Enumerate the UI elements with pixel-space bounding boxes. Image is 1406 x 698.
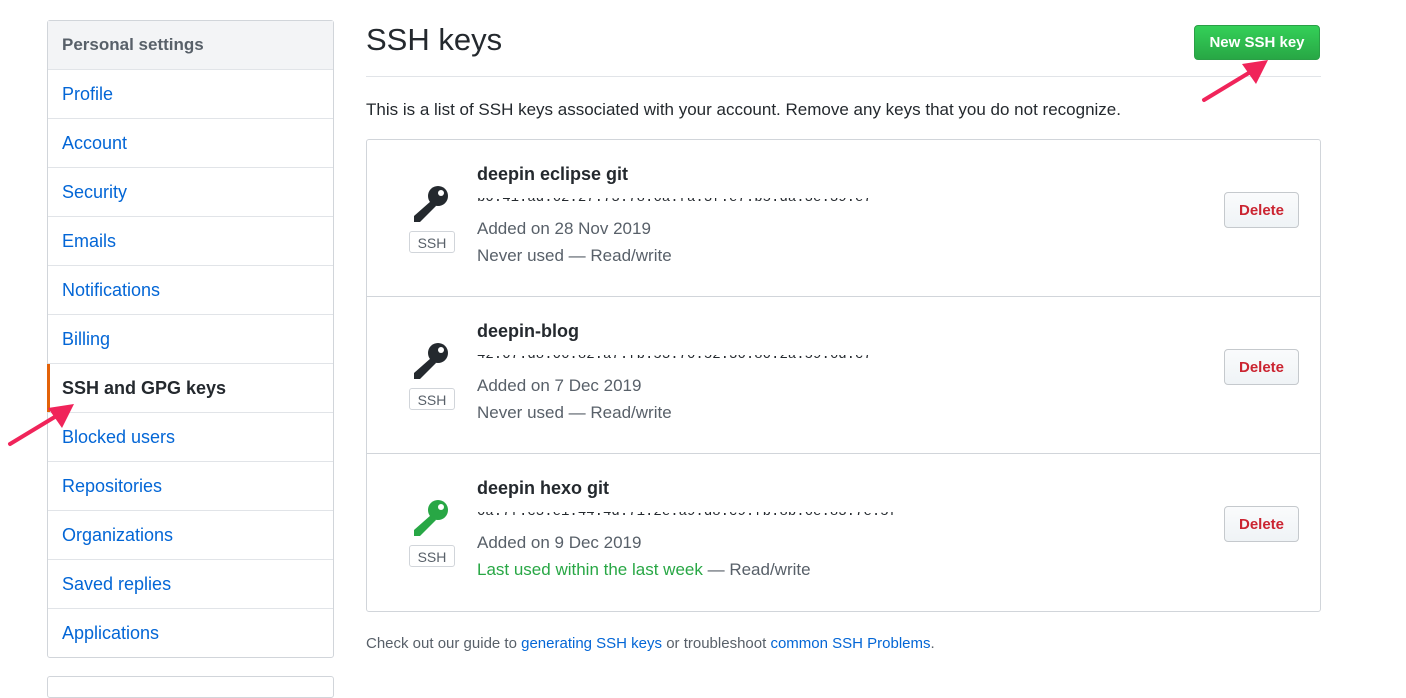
- sidebar-item-billing[interactable]: Billing: [48, 315, 333, 364]
- footer-suffix: .: [930, 635, 935, 652]
- sidebar-item-profile[interactable]: Profile: [48, 70, 333, 119]
- key-usage: Never used — Read/write: [477, 246, 672, 265]
- key-access: Read/write: [590, 246, 672, 265]
- ssh-key-row: SSH deepin eclipse git b0:41:ad:62:27:73…: [367, 140, 1320, 297]
- secondary-sidebar-box: [47, 676, 334, 698]
- key-usage-status: Never used: [477, 246, 564, 265]
- fingerprint-mask-bottom: [477, 201, 917, 205]
- key-usage-status: Never used: [477, 403, 564, 422]
- ssh-badge: SSH: [409, 545, 455, 567]
- annotation-arrow-sidebar: [8, 404, 74, 446]
- fingerprint-mask-bottom: [477, 515, 917, 519]
- common-ssh-problems-link[interactable]: common SSH Problems: [770, 635, 930, 652]
- key-icon: [414, 186, 448, 222]
- annotation-arrow-new-key: [1202, 60, 1268, 102]
- ssh-badge: SSH: [409, 388, 455, 410]
- delete-key-button[interactable]: Delete: [1224, 192, 1299, 228]
- key-title: deepin-blog: [477, 321, 579, 341]
- sidebar-item-repositories[interactable]: Repositories: [48, 462, 333, 511]
- help-footer: Check out our guide to generating SSH ke…: [366, 635, 935, 652]
- key-last-used: Last used within the last week: [477, 560, 703, 579]
- key-fingerprint: 42:07:d8:06:82:a7:fb:53:70:52:30:80:2a:5…: [477, 350, 917, 362]
- key-fingerprint: 0a:7f:c3:e1:44:4d:71:2e:a9:d8:c9:fb:8b:6…: [477, 507, 917, 519]
- key-added-date: Added on 9 Dec 2019: [477, 533, 642, 552]
- sidebar-header: Personal settings: [48, 21, 333, 70]
- fingerprint-mask-top: [477, 193, 917, 198]
- key-access: Read/write: [729, 560, 811, 579]
- ssh-key-list: SSH deepin eclipse git b0:41:ad:62:27:73…: [366, 139, 1321, 612]
- sidebar-item-blocked-users[interactable]: Blocked users: [48, 413, 333, 462]
- intro-text: This is a list of SSH keys associated wi…: [366, 100, 1121, 119]
- sidebar-item-saved-replies[interactable]: Saved replies: [48, 560, 333, 609]
- sidebar-item-emails[interactable]: Emails: [48, 217, 333, 266]
- key-title: deepin hexo git: [477, 478, 610, 498]
- key-icon: [414, 343, 448, 379]
- key-icon: [414, 500, 448, 536]
- sidebar-item-account[interactable]: Account: [48, 119, 333, 168]
- key-access: Read/write: [590, 403, 672, 422]
- key-added-date: Added on 7 Dec 2019: [477, 376, 642, 395]
- key-added-date: Added on 28 Nov 2019: [477, 219, 651, 238]
- fingerprint-mask-top: [477, 350, 917, 355]
- new-ssh-key-button[interactable]: New SSH key: [1194, 25, 1320, 60]
- page-title: SSH keys: [366, 22, 503, 57]
- delete-key-button[interactable]: Delete: [1224, 349, 1299, 385]
- footer-prefix: Check out our guide to: [366, 635, 517, 652]
- sidebar-item-applications[interactable]: Applications: [48, 609, 333, 657]
- fingerprint-mask-bottom: [477, 358, 917, 362]
- sidebar-item-organizations[interactable]: Organizations: [48, 511, 333, 560]
- sidebar-item-ssh-gpg-keys[interactable]: SSH and GPG keys: [47, 364, 333, 413]
- generating-ssh-keys-link[interactable]: generating SSH keys: [521, 635, 662, 652]
- key-fingerprint: b0:41:ad:62:27:73:78:6a:fa:3f:e7:b5:da:3…: [477, 193, 917, 205]
- ssh-badge: SSH: [409, 231, 455, 253]
- footer-middle: or troubleshoot: [666, 635, 767, 652]
- sidebar-item-security[interactable]: Security: [48, 168, 333, 217]
- title-divider: [366, 76, 1321, 77]
- key-usage: Never used — Read/write: [477, 403, 672, 422]
- ssh-key-row: SSH deepin hexo git 0a:7f:c3:e1:44:4d:71…: [367, 454, 1320, 611]
- delete-key-button[interactable]: Delete: [1224, 506, 1299, 542]
- ssh-key-row: SSH deepin-blog 42:07:d8:06:82:a7:fb:53:…: [367, 297, 1320, 454]
- key-title: deepin eclipse git: [477, 164, 629, 184]
- key-usage: Last used within the last week — Read/wr…: [477, 560, 811, 579]
- sidebar-item-notifications[interactable]: Notifications: [48, 266, 333, 315]
- fingerprint-mask-top: [477, 507, 917, 512]
- settings-sidebar: Personal settings Profile Account Securi…: [47, 20, 334, 658]
